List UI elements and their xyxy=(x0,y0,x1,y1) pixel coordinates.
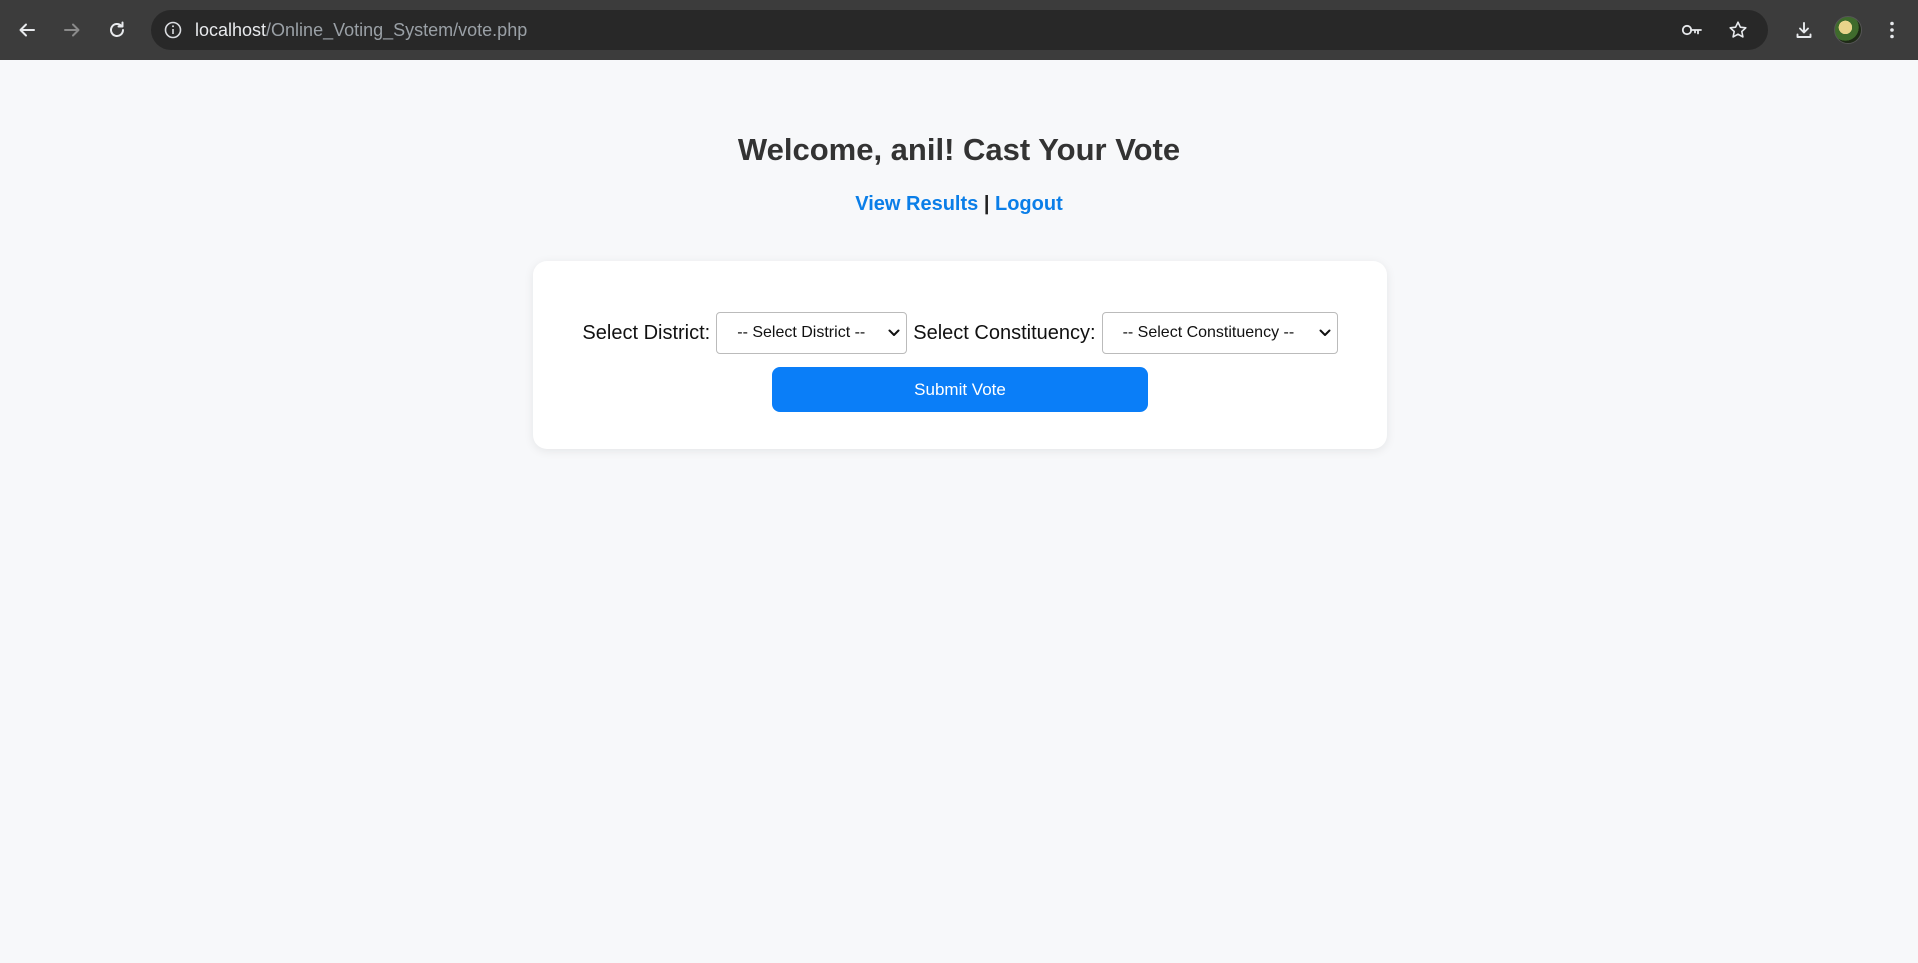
star-icon[interactable] xyxy=(1718,10,1758,50)
url-path: /Online_Voting_System/vote.php xyxy=(266,19,528,40)
download-icon[interactable] xyxy=(1784,10,1824,50)
chevron-down-icon xyxy=(1319,329,1331,337)
reload-icon[interactable] xyxy=(97,10,137,50)
vote-form-card: Select District: -- Select District -- S… xyxy=(533,261,1387,449)
page-content: Welcome, anil! Cast Your Vote View Resul… xyxy=(0,60,1918,963)
page-title: Welcome, anil! Cast Your Vote xyxy=(737,132,1181,167)
forward-icon[interactable] xyxy=(52,10,92,50)
district-label: Select District: xyxy=(582,321,711,344)
district-select[interactable]: -- Select District -- xyxy=(716,312,908,354)
browser-toolbar: localhost/Online_Voting_System/vote.php xyxy=(0,0,1918,60)
district-selected-value: -- Select District -- xyxy=(737,324,866,341)
vote-form-row: Select District: -- Select District -- S… xyxy=(533,312,1387,354)
key-icon[interactable] xyxy=(1672,10,1712,50)
constituency-select[interactable]: -- Select Constituency -- xyxy=(1101,312,1338,354)
url-text[interactable]: localhost/Online_Voting_System/vote.php xyxy=(195,20,527,41)
avatar xyxy=(1834,16,1862,44)
submit-vote-button[interactable]: Submit Vote xyxy=(772,367,1148,412)
profile-avatar[interactable] xyxy=(1828,10,1868,50)
view-results-link[interactable]: View Results xyxy=(855,193,978,215)
back-icon[interactable] xyxy=(7,10,47,50)
constituency-label: Select Constituency: xyxy=(913,321,1096,344)
info-icon[interactable] xyxy=(151,10,195,50)
nav-links: View Results | Logout xyxy=(0,193,1918,216)
logout-link[interactable]: Logout xyxy=(995,193,1063,215)
address-bar[interactable]: localhost/Online_Voting_System/vote.php xyxy=(151,10,1768,50)
kebab-menu-icon[interactable] xyxy=(1872,10,1912,50)
chevron-down-icon xyxy=(888,329,900,337)
link-separator: | xyxy=(983,193,990,215)
constituency-selected-value: -- Select Constituency -- xyxy=(1122,324,1295,341)
url-host: localhost xyxy=(195,19,267,40)
